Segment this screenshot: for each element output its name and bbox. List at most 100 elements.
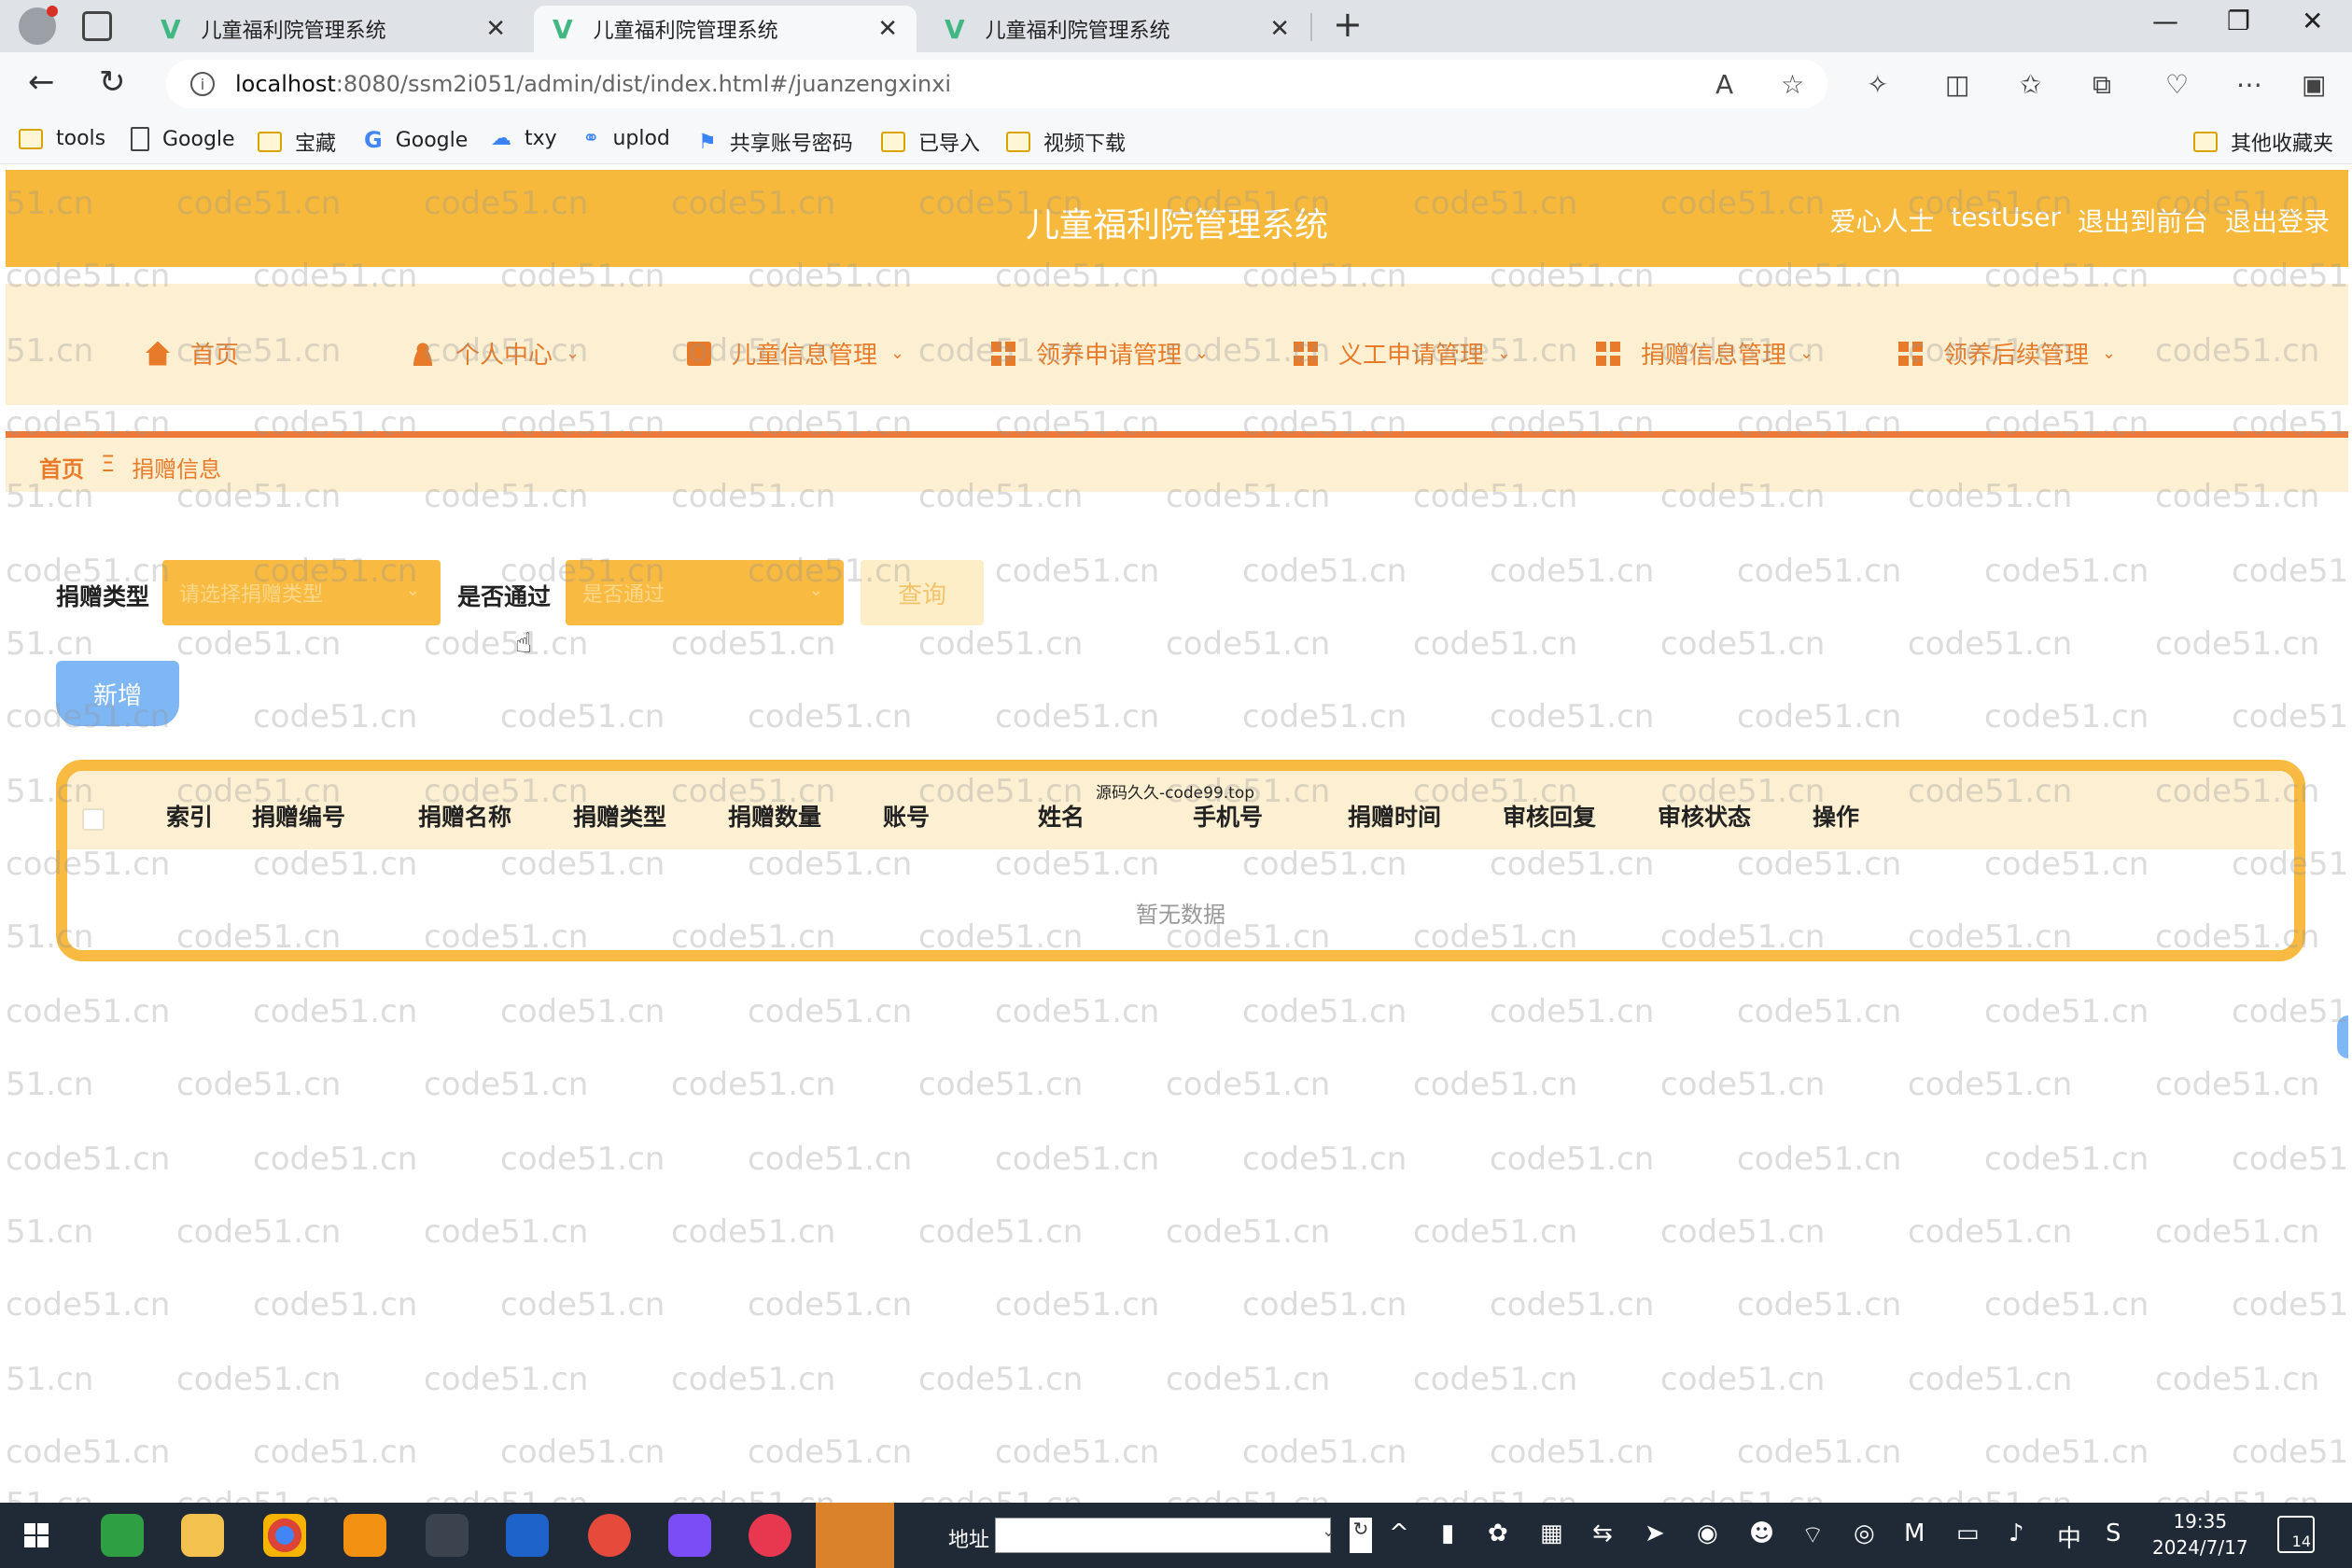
query-button[interactable]: 查询 <box>861 560 984 625</box>
nav-item-home[interactable]: 首页 <box>146 336 239 371</box>
tray-settings-icon[interactable]: ⇆ <box>1592 1519 1613 1547</box>
bookmark-uplod[interactable]: ⚭ uplod <box>582 127 670 150</box>
app-orange-icon[interactable] <box>816 1503 894 1568</box>
tray-flower-icon[interactable]: ✿ <box>1488 1519 1508 1547</box>
watermark-text: code51.cn <box>1490 993 1655 1030</box>
watermark-text: code51.cn <box>918 1361 1084 1398</box>
tray-color-grid-icon[interactable]: ▦ <box>1540 1519 1563 1547</box>
bookmark-label: 宝藏 <box>295 133 337 156</box>
minimize-icon[interactable]: — <box>2152 6 2178 36</box>
favorites-icon[interactable]: ✩ <box>2020 69 2041 100</box>
tab-close-icon[interactable]: ✕ <box>485 15 506 43</box>
tray-m-icon[interactable]: M <box>1904 1519 1925 1547</box>
page-icon <box>131 127 149 151</box>
logout-link[interactable]: 退出登录 <box>2225 202 2330 239</box>
bookmark-google[interactable]: G Google <box>364 127 468 153</box>
watermark-text: code51.cn <box>1413 1066 1578 1103</box>
pass-status-select[interactable]: 是否通过 ⌄ <box>566 560 844 625</box>
browser-essentials-icon[interactable]: ♡ <box>2165 69 2189 100</box>
bookmark-google-doc[interactable]: Google <box>131 127 235 151</box>
browser-tab-2[interactable]: V 儿童福利院管理系统 ✕ <box>534 6 917 52</box>
read-aloud-icon[interactable]: A <box>1715 69 1733 100</box>
ime-indicator[interactable]: 中 <box>2057 1519 2081 1554</box>
reload-icon[interactable]: ↻ <box>99 63 126 101</box>
side-float-handle[interactable] <box>2337 1015 2348 1058</box>
address-bar[interactable]: i localhost:8080/ssm2i051/admin/dist/ind… <box>166 60 1827 108</box>
wifi-icon[interactable]: ⌔ <box>1801 1519 1824 1550</box>
bookmark-treasure[interactable]: 宝藏 <box>258 127 336 157</box>
app-360-icon[interactable] <box>101 1514 144 1557</box>
tray-browser-icon[interactable]: ◉ <box>1697 1519 1718 1547</box>
wechat-icon[interactable]: ☻ <box>1749 1519 1774 1547</box>
sidebar-toggle-icon[interactable]: ▣ <box>2302 69 2326 100</box>
collections-icon[interactable]: ⧉ <box>2093 69 2111 101</box>
new-tab-button[interactable]: + <box>1333 4 1363 45</box>
split-screen-icon[interactable]: ◫ <box>1945 69 1969 100</box>
restore-icon[interactable]: ❐ <box>2227 6 2250 36</box>
taskbar-clock[interactable]: 19:35 2024/7/17 <box>2152 1508 2248 1561</box>
file-explorer-icon[interactable] <box>181 1514 224 1557</box>
watermark-text: code51.cn <box>2155 625 2320 663</box>
watermark-text: code51.cn <box>1490 553 1655 590</box>
select-all-checkbox[interactable] <box>82 808 105 831</box>
app-blue-icon[interactable] <box>506 1514 549 1557</box>
watermark-text: code51.cn <box>1908 1361 2073 1398</box>
bookmark-label: 已导入 <box>918 133 981 156</box>
notification-center-icon[interactable]: 14 <box>2277 1516 2315 1553</box>
tab-actions-icon[interactable] <box>82 11 112 41</box>
nav-item-personal-center[interactable]: 个人中心 ⌄ <box>411 336 580 371</box>
nav-item-adoption-apply[interactable]: 领养申请管理 ⌄ <box>991 336 1209 371</box>
close-window-icon[interactable]: ✕ <box>2302 6 2323 36</box>
watermark-text: code51.cn <box>995 698 1160 735</box>
profile-avatar[interactable] <box>19 6 58 45</box>
column-header: 捐赠编号 <box>252 804 346 831</box>
watermark-text: code51.cn <box>2232 1141 2348 1178</box>
volume-icon[interactable]: ♪ <box>2009 1519 2024 1547</box>
intellij-icon[interactable] <box>668 1514 711 1557</box>
tray-send-icon[interactable]: ➤ <box>1645 1519 1665 1547</box>
tab-close-icon[interactable]: ✕ <box>877 15 898 43</box>
donation-type-select[interactable]: 请选择捐赠类型 ⌄ <box>162 560 441 625</box>
app-icon: ⚑ <box>698 130 717 154</box>
windows-start-icon[interactable] <box>24 1523 49 1547</box>
app-red-icon[interactable] <box>588 1514 631 1557</box>
browser-tab-3[interactable]: V 儿童福利院管理系统 ✕ <box>926 6 1309 52</box>
battery-icon[interactable]: ▭ <box>1956 1519 1980 1547</box>
watermark-text: code51.cn <box>1660 1486 1825 1503</box>
edge-icon[interactable] <box>426 1514 469 1557</box>
back-icon[interactable]: ← <box>28 63 55 101</box>
chrome-icon[interactable] <box>263 1514 306 1557</box>
taskbar-address-input[interactable] <box>995 1518 1331 1553</box>
watermark-text: code51.cn <box>1490 698 1655 735</box>
netease-tray-icon[interactable]: ◎ <box>1854 1519 1875 1547</box>
refresh-icon[interactable]: ↻ <box>1350 1518 1372 1553</box>
extensions-icon[interactable]: ✧ <box>1867 69 1888 100</box>
nav-item-adoption-followup[interactable]: 领养后续管理 ⌄ <box>1898 336 2116 371</box>
bookmark-other-favorites[interactable]: 其他收藏夹 <box>2193 127 2333 157</box>
browser-tab-1[interactable]: V 儿童福利院管理系统 ✕ <box>142 6 525 52</box>
bookmark-tools[interactable]: tools <box>19 127 105 150</box>
favorite-star-icon[interactable]: ☆ <box>1781 69 1804 100</box>
nav-item-child-info[interactable]: 儿童信息管理 ⌄ <box>687 336 904 371</box>
bookmark-shared-accounts[interactable]: ⚑ 共享账号密码 <box>698 127 853 157</box>
column-header: 审核回复 <box>1503 804 1597 831</box>
sublime-icon[interactable] <box>343 1514 386 1557</box>
add-button[interactable]: 新增 <box>56 661 179 726</box>
exit-to-front-link[interactable]: 退出到前台 <box>2078 202 2208 239</box>
sogou-icon[interactable]: S <box>2106 1519 2121 1547</box>
watermark-text: code51.cn <box>995 1286 1160 1323</box>
site-info-icon[interactable]: i <box>190 72 215 96</box>
nav-item-donation-info[interactable]: 捐赠信息管理 ⌄ <box>1596 336 1813 371</box>
breadcrumb-home[interactable]: 首页 <box>39 451 84 483</box>
tab-close-icon[interactable]: ✕ <box>1269 15 1290 43</box>
bookmark-video-download[interactable]: 视频下载 <box>1006 127 1126 157</box>
chevron-down-icon[interactable]: ⌄ <box>1322 1521 1336 1541</box>
bookmark-imported[interactable]: 已导入 <box>881 127 980 157</box>
bookmark-txy[interactable]: ☁ txy <box>491 127 557 150</box>
tray-expand-icon[interactable]: ^ <box>1389 1519 1409 1547</box>
watermark-text: code51.cn <box>6 1434 171 1471</box>
nav-item-volunteer-apply[interactable]: 义工申请管理 ⌄ <box>1294 336 1511 371</box>
netease-music-icon[interactable] <box>749 1514 791 1557</box>
more-options-icon[interactable]: ⋯ <box>2236 69 2262 100</box>
tray-usb-icon[interactable]: ▮ <box>1441 1519 1454 1547</box>
